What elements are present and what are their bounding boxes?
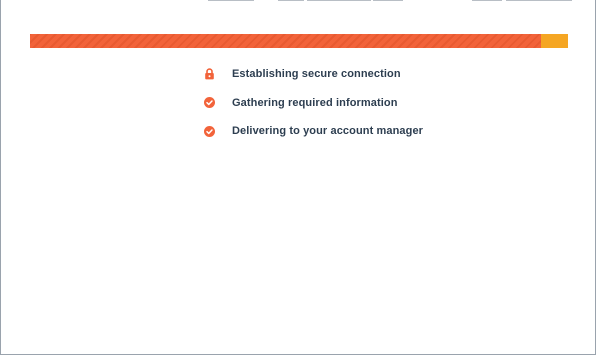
tick [307, 0, 371, 1]
lock-icon [202, 67, 216, 81]
progress-bar [30, 34, 568, 48]
step-item-secure-connection: Establishing secure connection [202, 60, 423, 89]
tick [373, 0, 403, 1]
dialog-frame: Establishing secure connection Gathering… [0, 0, 596, 355]
step-label-delivering: Delivering to your account manager [232, 125, 424, 138]
step-label-gathering-information: Gathering required information [232, 96, 398, 109]
step-item-gathering-information: Gathering required information [202, 89, 423, 118]
tick [208, 0, 254, 1]
step-item-delivering: Delivering to your account manager [202, 117, 423, 146]
tick [506, 0, 572, 1]
tick [278, 0, 304, 1]
top-border-ticks [1, 0, 595, 1]
step-list: Establishing secure connection Gathering… [202, 60, 423, 146]
tick [472, 0, 502, 1]
check-circle-icon [202, 96, 216, 110]
check-circle-icon [202, 124, 216, 138]
progress-bar-fill [30, 34, 542, 48]
step-label-secure-connection: Establishing secure connection [232, 68, 401, 81]
